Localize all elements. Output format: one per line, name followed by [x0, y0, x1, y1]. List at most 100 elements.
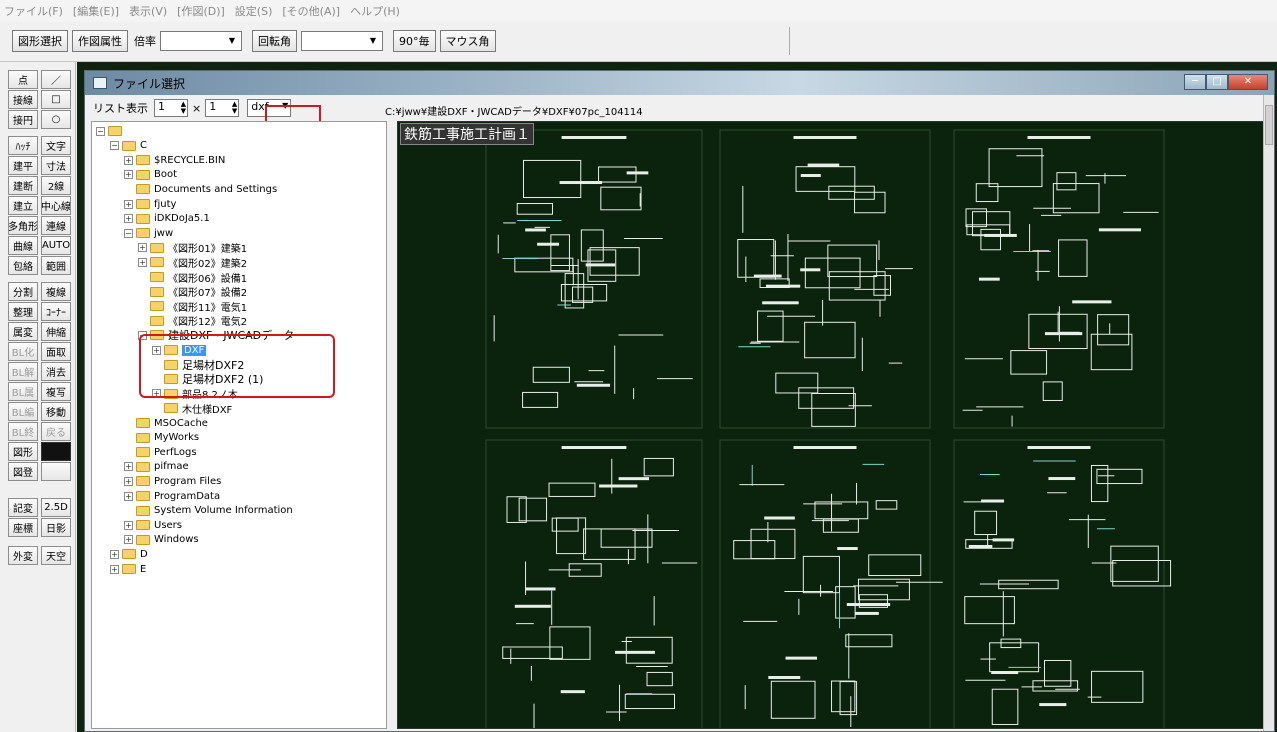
- palette-button[interactable]: 分割: [8, 282, 38, 301]
- tree-node[interactable]: + Users: [124, 518, 182, 532]
- palette-button[interactable]: 曲線: [8, 236, 38, 255]
- tree-node[interactable]: + Boot: [124, 168, 177, 182]
- tree-node[interactable]: + pifmae: [124, 460, 189, 474]
- palette-button[interactable]: 包絡: [8, 256, 38, 275]
- palette-button[interactable]: 2線: [41, 176, 71, 195]
- mouse-angle-button[interactable]: マウス角: [439, 30, 496, 52]
- palette-button[interactable]: □: [41, 90, 71, 109]
- rotate-combo[interactable]: ▼: [301, 31, 383, 51]
- expand-icon[interactable]: +: [138, 243, 147, 253]
- tree-node[interactable]: + iDKDoJa5.1: [124, 212, 210, 226]
- tree-node[interactable]: MSOCache: [124, 416, 208, 430]
- tree-node[interactable]: 《図形07》設備2: [138, 285, 247, 299]
- scrollbar-thumb[interactable]: [1265, 105, 1273, 145]
- palette-button[interactable]: AUTO: [41, 236, 71, 255]
- draw-attribute-button[interactable]: 作図属性: [72, 30, 128, 52]
- collapse-icon[interactable]: −: [110, 141, 119, 151]
- tree-node[interactable]: + fjuty: [124, 197, 176, 211]
- every-90-button[interactable]: 90°毎: [393, 30, 436, 52]
- palette-button[interactable]: 連線: [41, 216, 71, 235]
- close-icon[interactable]: ✕: [1228, 74, 1268, 90]
- palette-button[interactable]: [41, 462, 71, 481]
- dialog-titlebar[interactable]: ファイル選択 ─ □ ✕: [85, 71, 1274, 95]
- expand-icon[interactable]: +: [124, 462, 133, 472]
- tree-node[interactable]: 木仕様DXF: [152, 401, 232, 416]
- palette-button[interactable]: 座標: [8, 518, 38, 537]
- palette-button[interactable]: BL編: [8, 402, 38, 421]
- palette-button[interactable]: 図登: [8, 462, 38, 481]
- expand-icon[interactable]: +: [124, 535, 133, 545]
- collapse-icon[interactable]: −: [124, 228, 133, 238]
- tree-node[interactable]: −: [96, 124, 126, 138]
- menu-item[interactable]: 設定(S): [235, 3, 273, 19]
- palette-button[interactable]: 図形: [8, 442, 38, 461]
- palette-button[interactable]: BL化: [8, 342, 38, 361]
- tree-node[interactable]: 《図形06》設備1: [138, 270, 247, 285]
- palette-button[interactable]: 伸縮: [41, 322, 71, 341]
- palette-button[interactable]: 移動: [41, 402, 71, 421]
- palette-button[interactable]: 2.5D: [41, 498, 71, 517]
- palette-button[interactable]: 記変: [8, 498, 38, 517]
- palette-button[interactable]: 整理: [8, 302, 38, 321]
- vertical-scrollbar[interactable]: [1263, 95, 1274, 731]
- spin-arrows-icon[interactable]: ▲ ▼: [232, 101, 237, 115]
- tree-node[interactable]: PerfLogs: [124, 445, 197, 459]
- tree-node[interactable]: Documents and Settings: [124, 182, 277, 196]
- tree-node[interactable]: 《図形12》電気2: [138, 314, 247, 328]
- tree-node[interactable]: + 《図形01》建築1: [138, 241, 247, 255]
- palette-button[interactable]: 寸法: [41, 156, 71, 175]
- palette-button[interactable]: 接線: [8, 90, 38, 109]
- maximize-icon[interactable]: □: [1206, 74, 1228, 90]
- expand-icon[interactable]: +: [124, 520, 133, 530]
- expand-icon[interactable]: +: [124, 214, 133, 224]
- expand-icon[interactable]: +: [124, 199, 133, 209]
- tree-node[interactable]: − jww: [124, 226, 173, 240]
- palette-button[interactable]: 建断: [8, 176, 38, 195]
- palette-button[interactable]: 接円: [8, 110, 38, 129]
- palette-button[interactable]: BL解: [8, 362, 38, 381]
- dxf-preview-pane[interactable]: 鉄筋工事施工計画１: [397, 121, 1265, 729]
- folder-tree[interactable]: − − C + $RECYCLE.BIN + Boot Documents and Setti…: [91, 121, 387, 729]
- palette-button[interactable]: 建平: [8, 156, 38, 175]
- scale-combo[interactable]: ▼: [160, 31, 242, 51]
- rows-spinner[interactable]: 1 ▲ ▼: [205, 99, 240, 117]
- expand-icon[interactable]: +: [124, 491, 133, 501]
- minimize-icon[interactable]: ─: [1184, 74, 1206, 90]
- palette-button[interactable]: 範囲: [41, 256, 71, 275]
- palette-button[interactable]: ○: [41, 110, 71, 129]
- tree-node[interactable]: MyWorks: [124, 431, 199, 445]
- menu-item[interactable]: ファイル(F): [4, 3, 63, 19]
- tree-node[interactable]: + D: [110, 547, 148, 561]
- select-shape-button[interactable]: 図形選択: [12, 30, 68, 52]
- expand-icon[interactable]: +: [110, 549, 119, 559]
- expand-icon[interactable]: +: [124, 155, 133, 165]
- expand-icon[interactable]: +: [138, 257, 147, 267]
- rotate-angle-button[interactable]: 回転角: [252, 30, 297, 52]
- palette-button[interactable]: 中心線: [41, 196, 71, 215]
- palette-button[interactable]: 戻る: [41, 422, 71, 441]
- expand-icon[interactable]: +: [124, 476, 133, 486]
- palette-button[interactable]: 天空: [41, 546, 71, 565]
- tree-node[interactable]: 《図形11》電気1: [138, 299, 247, 314]
- tree-node[interactable]: + E: [110, 562, 146, 576]
- palette-button[interactable]: 複線: [41, 282, 71, 301]
- spin-arrows-icon[interactable]: ▲ ▼: [181, 101, 186, 115]
- menu-item[interactable]: [作図(D)]: [177, 3, 225, 19]
- palette-button[interactable]: ｺｰﾅｰ: [41, 302, 71, 321]
- menu-item[interactable]: ヘルプ(H): [350, 3, 400, 19]
- palette-button[interactable]: 面取: [41, 342, 71, 361]
- tree-node[interactable]: + $RECYCLE.BIN: [124, 153, 225, 167]
- palette-button[interactable]: BL終: [8, 422, 38, 441]
- palette-button[interactable]: 文字: [41, 136, 71, 155]
- columns-spinner[interactable]: 1 ▲ ▼: [154, 99, 188, 117]
- menu-item[interactable]: 表示(V): [129, 3, 167, 19]
- palette-button[interactable]: 属変: [8, 322, 38, 341]
- palette-button[interactable]: 日影: [41, 518, 71, 537]
- collapse-icon[interactable]: −: [96, 126, 105, 136]
- palette-button[interactable]: 建立: [8, 196, 38, 215]
- palette-button[interactable]: ／: [41, 70, 71, 89]
- palette-button[interactable]: ﾊｯﾁ: [8, 136, 38, 155]
- tree-node[interactable]: + 《図形02》建築2: [138, 255, 247, 270]
- menu-item[interactable]: [その他(A)]: [282, 3, 340, 19]
- tree-node[interactable]: + Windows: [124, 533, 199, 547]
